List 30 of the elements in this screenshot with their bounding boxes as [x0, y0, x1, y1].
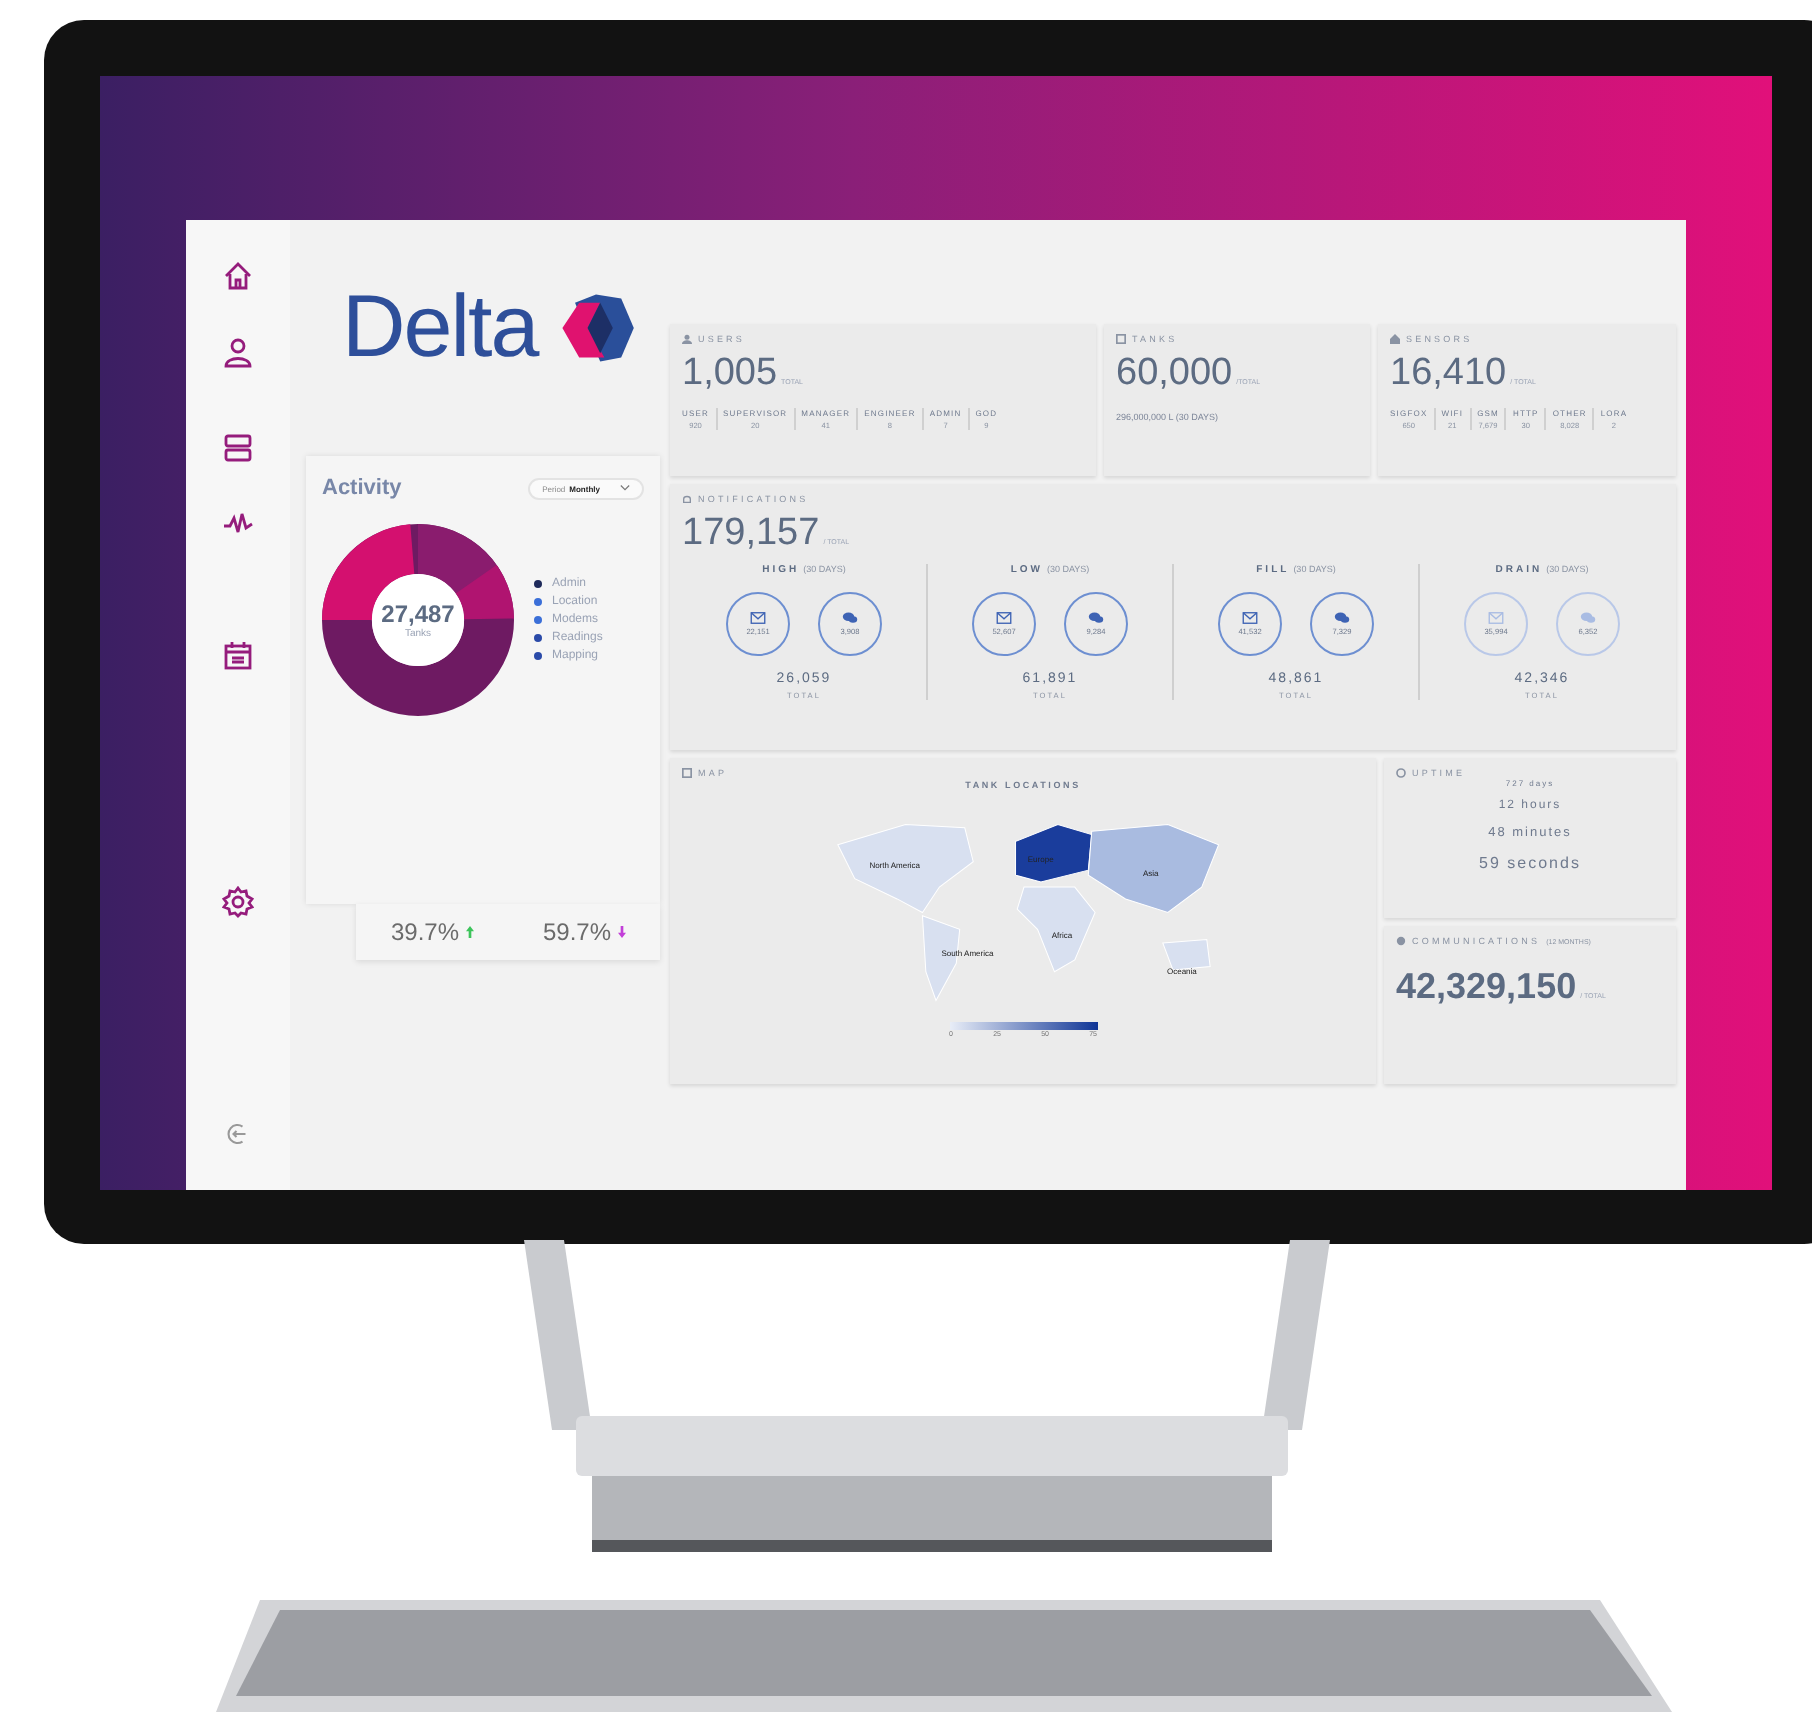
up-arrow-icon [465, 926, 474, 938]
uptime-line: 59 seconds [1479, 854, 1581, 872]
activity-title: Activity [322, 476, 402, 500]
chat-bubbles-icon [1088, 612, 1104, 624]
chat-bubbles-icon [1580, 612, 1596, 624]
envelope-icon [996, 612, 1012, 624]
envelope-icon [1242, 612, 1258, 624]
server-icon[interactable] [222, 432, 254, 464]
settings-icon[interactable] [222, 886, 254, 918]
total-value: 60,000 [1116, 352, 1233, 396]
stat-value: 59.7% [542, 918, 612, 946]
square-icon [1116, 334, 1126, 344]
envelope-icon [1488, 612, 1504, 624]
total-value: 42,329,150 [1396, 966, 1577, 1008]
down-arrow-icon [617, 926, 626, 938]
calendar-icon[interactable] [222, 640, 254, 672]
chat-bubbles-icon [1334, 612, 1350, 624]
total-value: 16,410 [1390, 352, 1507, 396]
user-icon [682, 334, 692, 344]
envelope-icon [750, 612, 766, 624]
home-icon[interactable] [222, 260, 254, 292]
stat-value: 39.7% [390, 918, 460, 946]
user-icon[interactable] [222, 336, 254, 368]
brand-name: Delta [342, 278, 538, 378]
total-value: 179,157 [682, 512, 820, 556]
logout-icon[interactable] [226, 1122, 250, 1146]
chat-bubbles-icon [842, 612, 858, 624]
total-value: 1,005 [682, 352, 778, 396]
donut-total: 27,487 [381, 600, 455, 628]
caret-icon [620, 484, 630, 492]
